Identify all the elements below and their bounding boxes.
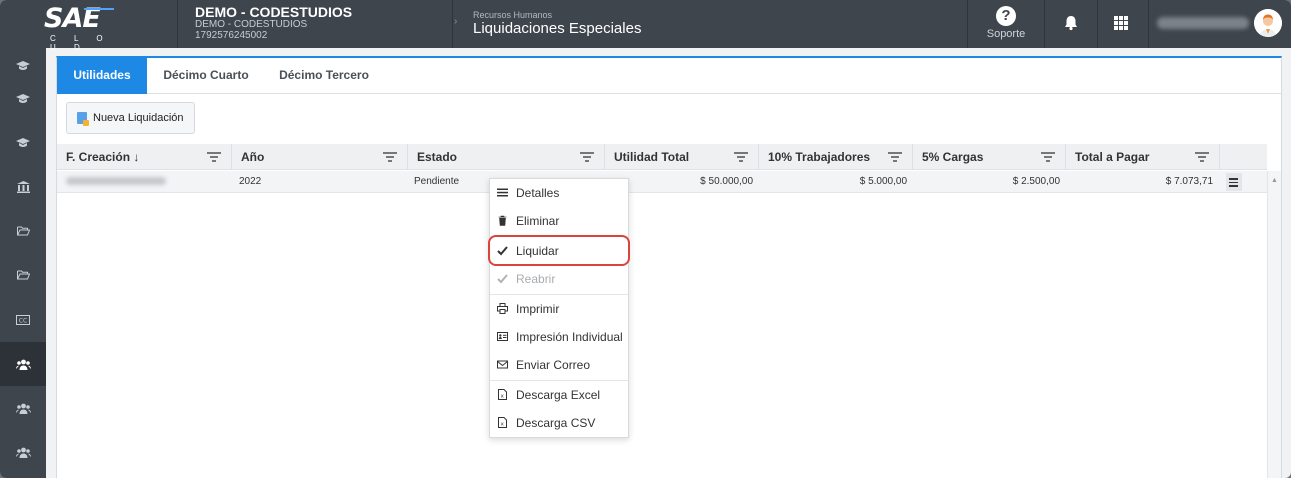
sidebar-item-users-2[interactable] bbox=[0, 386, 46, 430]
folder-open-icon bbox=[16, 270, 30, 280]
menu-item-individual-print[interactable]: Impresión Individual bbox=[490, 323, 628, 351]
tab-decimo-cuarto[interactable]: Décimo Cuarto bbox=[147, 58, 265, 94]
sidebar-item-graduation-3[interactable] bbox=[0, 121, 46, 165]
envelope-icon bbox=[497, 360, 508, 369]
sidebar-item-graduation-2[interactable] bbox=[0, 77, 46, 121]
cell-year: 2022 bbox=[239, 176, 262, 187]
sidebar-item-cc[interactable]: CC bbox=[0, 298, 46, 342]
cell-charges-5: $ 2.500,00 bbox=[1012, 176, 1060, 187]
menu-item-download-excel[interactable]: x Descarga Excel bbox=[490, 381, 628, 409]
list-icon bbox=[497, 188, 508, 197]
column-header-total-profit[interactable]: Utilidad Total bbox=[605, 144, 759, 170]
column-header-status[interactable]: Estado bbox=[408, 144, 605, 170]
users-icon bbox=[15, 359, 31, 370]
column-header-workers-10[interactable]: 10% Trabajadores bbox=[759, 144, 913, 170]
svg-text:x: x bbox=[501, 422, 505, 428]
users-icon bbox=[15, 447, 31, 458]
settle-highlight-outline bbox=[488, 235, 630, 266]
breadcrumb: Recursos Humanos Liquidaciones Especiale… bbox=[473, 10, 641, 38]
table-header: F. Creación ↓ Año Estado Utilidad Total … bbox=[57, 144, 1267, 170]
bank-icon bbox=[16, 181, 30, 193]
cell-workers-10: $ 5.000,00 bbox=[859, 176, 907, 187]
support-button[interactable]: ? Soporte bbox=[968, 0, 1044, 48]
module-name: Recursos Humanos bbox=[473, 10, 553, 20]
id-card-icon bbox=[497, 332, 508, 341]
question-icon: ? bbox=[996, 6, 1016, 26]
tab-decimo-tercero[interactable]: Décimo Tercero bbox=[265, 58, 383, 94]
new-settlement-button[interactable]: Nueva Liquidación bbox=[66, 102, 195, 134]
excel-file-icon: x bbox=[498, 389, 507, 400]
menu-item-details[interactable]: Detalles bbox=[490, 179, 628, 207]
sidebar-item-bank[interactable] bbox=[0, 165, 46, 209]
bell-icon[interactable] bbox=[1060, 12, 1082, 34]
filter-icon[interactable] bbox=[888, 152, 902, 162]
column-header-creation-date[interactable]: F. Creación ↓ bbox=[57, 144, 232, 170]
company-ruc: 1792576245002 bbox=[195, 30, 268, 41]
avatar[interactable] bbox=[1254, 9, 1282, 37]
row-context-menu: Detalles Eliminar Liquidar Reabrir Impri… bbox=[489, 178, 629, 438]
tab-bar: Utilidades Décimo Cuarto Décimo Tercero bbox=[57, 58, 1281, 94]
table-row[interactable]: 2022 Pendiente $ 50.000,00 $ 5.000,00 $ … bbox=[57, 171, 1267, 193]
company-subname: DEMO - CODESTUDIOS bbox=[195, 19, 308, 30]
new-document-icon bbox=[77, 112, 89, 126]
check-icon bbox=[497, 274, 508, 284]
sidebar-item-users-3[interactable] bbox=[0, 430, 46, 474]
sae-cloud-logo[interactable]: SAE C L O U D bbox=[44, 4, 116, 52]
cell-total-pay: $ 7.073,71 bbox=[1165, 176, 1213, 187]
top-bar: SAE C L O U D DEMO - CODESTUDIOS DEMO - … bbox=[0, 0, 1291, 52]
menu-item-send-email[interactable]: Enviar Correo bbox=[490, 351, 628, 379]
logo-subtext: C L O U D bbox=[50, 34, 111, 52]
company-name: DEMO - CODESTUDIOS bbox=[195, 4, 353, 20]
support-label: Soporte bbox=[986, 28, 1026, 40]
printer-icon bbox=[497, 303, 508, 314]
column-header-total-pay[interactable]: Total a Pagar bbox=[1066, 144, 1220, 170]
folder-open-icon bbox=[16, 226, 30, 236]
filter-icon[interactable] bbox=[1041, 152, 1055, 162]
company-selector[interactable]: DEMO - CODESTUDIOS DEMO - CODESTUDIOS 17… bbox=[195, 5, 352, 41]
sidebar: CC bbox=[0, 48, 46, 478]
tab-utilidades[interactable]: Utilidades bbox=[57, 58, 147, 94]
graduation-cap-icon bbox=[16, 61, 30, 70]
filter-icon[interactable] bbox=[383, 152, 397, 162]
page-title: Liquidaciones Especiales bbox=[473, 20, 642, 37]
vertical-scrollbar[interactable]: ▲ bbox=[1267, 171, 1281, 478]
menu-item-print[interactable]: Imprimir bbox=[490, 295, 628, 323]
new-settlement-label: Nueva Liquidación bbox=[93, 112, 184, 124]
main-panel: Utilidades Décimo Cuarto Décimo Tercero … bbox=[56, 56, 1282, 478]
menu-item-download-csv[interactable]: x Descarga CSV bbox=[490, 409, 628, 437]
filter-icon[interactable] bbox=[207, 152, 221, 162]
scroll-up-icon[interactable]: ▲ bbox=[1271, 177, 1278, 184]
csv-file-icon: x bbox=[498, 417, 507, 428]
filter-icon[interactable] bbox=[580, 152, 594, 162]
users-icon bbox=[15, 403, 31, 414]
column-header-charges-5[interactable]: 5% Cargas bbox=[913, 144, 1066, 170]
closed-captions-icon: CC bbox=[16, 315, 30, 325]
filter-icon[interactable] bbox=[734, 152, 748, 162]
sidebar-item-folder-1[interactable] bbox=[0, 209, 46, 253]
breadcrumb-chevron-icon: › bbox=[454, 16, 458, 27]
svg-text:CC: CC bbox=[19, 318, 27, 325]
app-window: SAE C L O U D DEMO - CODESTUDIOS DEMO - … bbox=[0, 0, 1291, 478]
sidebar-item-folder-2[interactable] bbox=[0, 253, 46, 297]
row-menu-hamburger-icon[interactable] bbox=[1226, 173, 1242, 191]
menu-item-reopen: Reabrir bbox=[490, 265, 628, 293]
svg-text:x: x bbox=[501, 394, 505, 400]
column-header-year[interactable]: Año bbox=[232, 144, 408, 170]
sidebar-item-users-active[interactable] bbox=[0, 342, 46, 386]
cell-creation-date bbox=[66, 171, 166, 193]
filter-icon[interactable] bbox=[1195, 152, 1209, 162]
graduation-cap-icon bbox=[16, 94, 30, 103]
apps-grid-icon[interactable] bbox=[1114, 16, 1128, 30]
graduation-cap-icon bbox=[16, 138, 30, 147]
trash-icon bbox=[498, 215, 507, 226]
menu-item-delete[interactable]: Eliminar bbox=[490, 207, 628, 235]
cell-status: Pendiente bbox=[414, 176, 460, 187]
user-name[interactable] bbox=[1157, 17, 1249, 29]
